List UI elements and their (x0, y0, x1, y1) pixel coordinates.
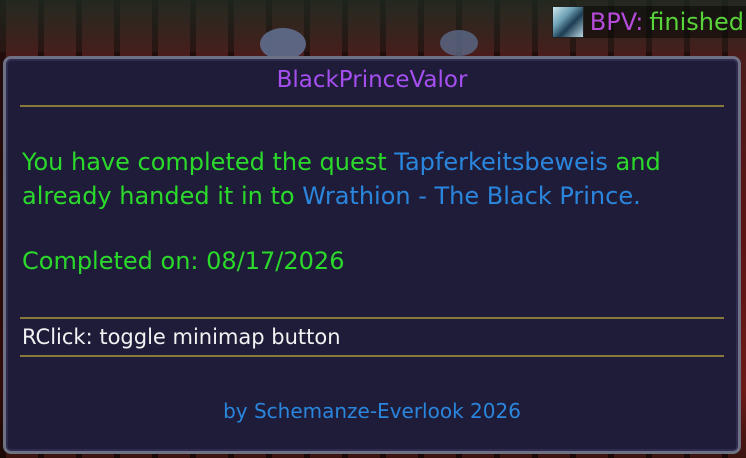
body-text: You have completed the quest (22, 148, 395, 176)
npc-name: Wrathion - The Black Prince (302, 182, 634, 210)
addon-status-bar[interactable]: BPV: finished (551, 6, 746, 38)
divider (20, 317, 724, 319)
scene-object (440, 30, 478, 56)
completed-date: Completed on: 08/17/2026 (22, 247, 345, 275)
prince-portrait-icon[interactable] (551, 6, 584, 38)
minimap-hint: RClick: toggle minimap button (22, 325, 341, 349)
status-value: finished (649, 8, 744, 36)
quest-status-text: You have completed the quest Tapferkeits… (22, 145, 722, 213)
divider (20, 105, 724, 107)
status-label: BPV: (589, 8, 644, 36)
body-text: . (633, 182, 641, 210)
author-credit: by Schemanze-Everlook 2026 (223, 399, 521, 423)
addon-tooltip: BlackPrinceValor You have completed the … (3, 56, 741, 454)
divider (20, 355, 724, 357)
tooltip-title: BlackPrinceValor (276, 67, 468, 93)
quest-name: Tapferkeitsbeweis (394, 148, 608, 176)
